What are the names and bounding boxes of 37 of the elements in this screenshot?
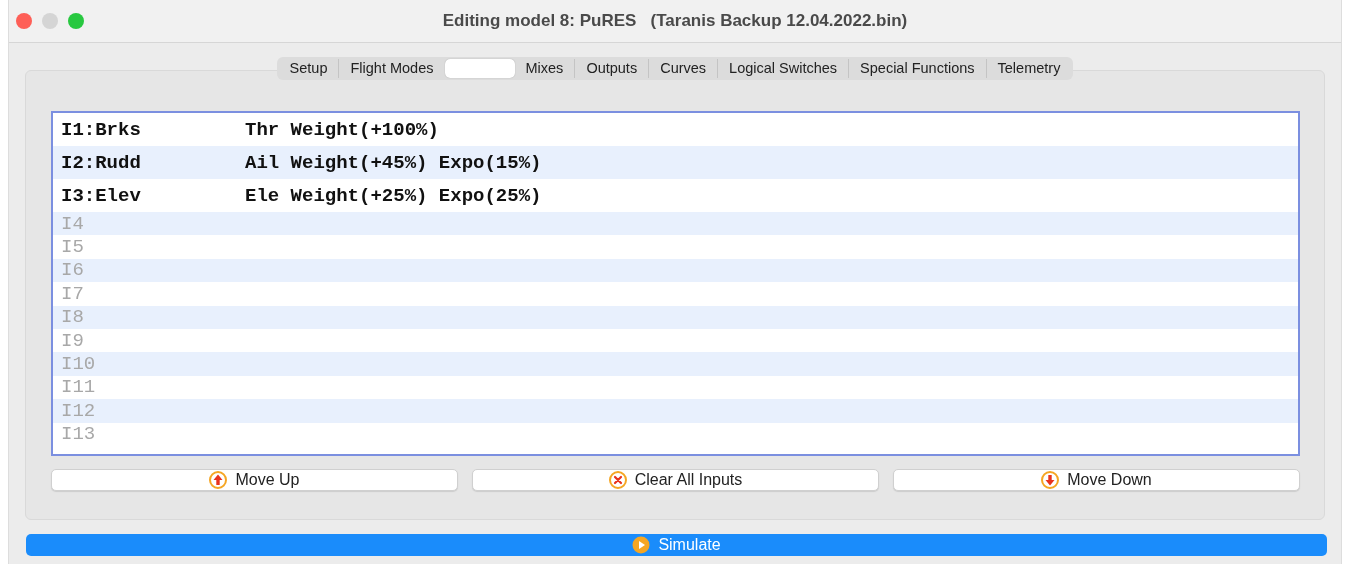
tab[interactable]: Setup bbox=[278, 59, 339, 78]
zoom-button[interactable] bbox=[68, 13, 84, 29]
input-name: I1:Brks bbox=[61, 118, 142, 141]
tab[interactable]: Curves bbox=[648, 59, 718, 78]
input-name: I10 bbox=[61, 353, 97, 376]
tab[interactable]: Telemetry bbox=[985, 59, 1072, 78]
input-name: I5 bbox=[61, 236, 85, 259]
input-name: I9 bbox=[61, 329, 85, 352]
input-name: I2:Rudd bbox=[61, 151, 142, 174]
input-name: I6 bbox=[61, 259, 85, 282]
input-description: Thr Weight(+100%) bbox=[245, 118, 439, 141]
close-button[interactable] bbox=[16, 13, 32, 29]
input-name: I11 bbox=[61, 376, 97, 399]
action-button[interactable]: Move Down bbox=[893, 469, 1300, 491]
input-row[interactable]: I2:Rudd Ail Weight(+45%) Expo(15%) bbox=[53, 146, 1298, 179]
input-name: I13 bbox=[61, 423, 97, 446]
input-name: I3:Elev bbox=[61, 184, 142, 207]
window-title: Editing model 8: PuRES (Taranis Backup 12.04.2022.bin) bbox=[442, 11, 908, 31]
input-description: Ele Weight(+25%) Expo(25%) bbox=[245, 184, 542, 207]
clear-icon bbox=[608, 471, 627, 489]
action-button[interactable]: Move Up bbox=[51, 469, 458, 491]
minimize-button[interactable] bbox=[42, 13, 58, 29]
action-button[interactable]: Clear All Inputs bbox=[472, 469, 879, 491]
input-name: I7 bbox=[61, 282, 85, 305]
input-row[interactable]: I3:Elev Ele Weight(+25%) Expo(25%) bbox=[53, 179, 1298, 212]
tab[interactable]: Mixes bbox=[514, 59, 575, 78]
input-description: Ail Weight(+45%) Expo(15%) bbox=[245, 151, 542, 174]
tab[interactable]: Special Functions bbox=[848, 59, 986, 78]
tab[interactable] bbox=[444, 59, 515, 78]
play-icon bbox=[632, 536, 651, 554]
input-row[interactable]: I1:Brks Thr Weight(+100%) bbox=[53, 113, 1298, 146]
tab[interactable]: Outputs bbox=[574, 59, 649, 78]
tab[interactable]: Flight Modes bbox=[338, 59, 445, 78]
input-name: I12 bbox=[61, 399, 97, 422]
input-name: I4 bbox=[61, 212, 85, 235]
input-name: I8 bbox=[61, 306, 85, 329]
tab[interactable]: Logical Switches bbox=[717, 59, 849, 78]
